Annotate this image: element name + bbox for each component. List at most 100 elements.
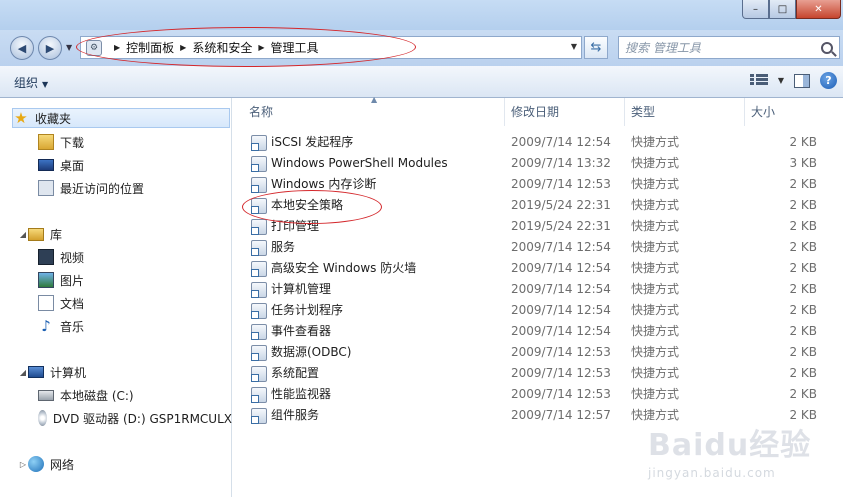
file-name-cell: iSCSI 发起程序 [251,132,353,153]
file-date: 2019/5/24 22:31 [511,219,611,233]
file-name: 计算机管理 [271,282,332,296]
sidebar-item-computer[interactable]: ◢ 计算机 [0,362,232,382]
file-name: 高级安全 Windows 防火墙 [271,261,417,275]
sidebar-item-music[interactable]: ♪ 音乐 [0,316,232,336]
file-type: 快捷方式 [631,156,680,170]
search-icon [821,41,833,54]
file-size: 2 KB [789,282,817,296]
sidebar-item-label: 文档 [60,296,85,311]
file-name: 组件服务 [271,408,320,422]
file-name-cell: Windows PowerShell Modules [251,153,448,174]
organize-menu-button[interactable]: 组织 ▼ [14,74,48,91]
expand-triangle-icon[interactable]: ▷ [18,460,28,469]
table-row[interactable]: 服务 2009/7/14 12:54 快捷方式 2 KB [233,237,843,258]
navigation-pane: ★ 收藏夹 下载 桌面 最近访问的位置 ◢ 库 视频 图片 文档 ♪ 音乐 ◢ … [0,98,232,497]
chevron-right-icon[interactable]: ▶ [258,43,264,52]
table-row[interactable]: 计算机管理 2009/7/14 12:54 快捷方式 2 KB [233,279,843,300]
column-header-date[interactable]: 修改日期 [505,98,625,126]
table-row[interactable]: 高级安全 Windows 防火墙 2009/7/14 12:54 快捷方式 2 … [233,258,843,279]
table-row[interactable]: 系统配置 2009/7/14 12:53 快捷方式 2 KB [233,363,843,384]
dvd-drive-icon [38,410,47,426]
file-name: 服务 [271,240,296,254]
collapse-triangle-icon[interactable]: ◢ [18,230,28,239]
table-row[interactable]: 事件查看器 2009/7/14 12:54 快捷方式 2 KB [233,321,843,342]
shortcut-icon [251,218,267,235]
column-header-size[interactable]: 大小 [745,98,843,126]
sidebar-item-videos[interactable]: 视频 [0,247,232,267]
toolbar-right: ▼ ? [749,72,837,89]
file-name-cell: 组件服务 [251,405,319,426]
chevron-right-icon[interactable]: ▶ [180,43,186,52]
preview-pane-icon[interactable] [794,73,810,88]
file-type: 快捷方式 [631,240,680,254]
address-history-dropdown[interactable]: ▼ [571,42,577,51]
sidebar-item-libraries[interactable]: ◢ 库 [0,224,232,244]
help-icon[interactable]: ? [820,72,837,89]
file-type: 快捷方式 [631,198,680,212]
shortcut-icon [251,197,267,214]
collapse-triangle-icon[interactable]: ◢ [18,368,28,377]
breadcrumb-system-security[interactable]: 系统和安全 [192,39,252,56]
sidebar-item-label: 网络 [50,457,75,472]
search-placeholder: 搜索 管理工具 [625,41,701,55]
sidebar-item-desktop[interactable]: 桌面 [0,155,232,175]
control-panel-icon: ⚙ [86,39,102,56]
shortcut-icon [251,407,267,424]
file-size: 2 KB [789,240,817,254]
pictures-icon [38,272,54,288]
sidebar-item-pictures[interactable]: 图片 [0,270,232,290]
file-type: 快捷方式 [631,135,680,149]
close-button[interactable]: ✕ [796,0,841,19]
chevron-right-icon[interactable]: ▶ [114,43,120,52]
sidebar-item-label: 图片 [60,273,85,288]
shortcut-icon [251,176,267,193]
change-view-icon[interactable] [749,73,768,88]
minimize-button[interactable]: – [742,0,769,19]
breadcrumb-admin-tools[interactable]: 管理工具 [271,39,319,56]
table-row[interactable]: 数据源(ODBC) 2009/7/14 12:53 快捷方式 2 KB [233,342,843,363]
maximize-button[interactable]: □ [769,0,796,19]
organize-label: 组织 [14,76,39,90]
shortcut-icon [251,155,267,172]
sidebar-item-local-disk[interactable]: 本地磁盘 (C:) [0,385,232,405]
sidebar-item-favorites[interactable]: ★ 收藏夹 [12,108,230,128]
sidebar-item-documents[interactable]: 文档 [0,293,232,313]
download-folder-icon [38,134,54,150]
column-header-type[interactable]: 类型 [625,98,745,126]
file-date: 2009/7/14 12:54 [511,282,611,296]
search-input[interactable]: 搜索 管理工具 [618,36,840,59]
table-row[interactable]: Windows 内存诊断 2009/7/14 12:53 快捷方式 2 KB [233,174,843,195]
file-date: 2009/7/14 12:53 [511,366,611,380]
arrow-right-icon: ▶ [45,41,55,55]
refresh-button[interactable]: ⇆ [584,36,608,59]
file-name: 事件查看器 [271,324,332,338]
shortcut-icon [251,260,267,277]
file-type: 快捷方式 [631,303,680,317]
sidebar-item-label: 本地磁盘 (C:) [60,388,134,403]
table-row[interactable]: 性能监视器 2009/7/14 12:53 快捷方式 2 KB [233,384,843,405]
sidebar-item-dvd-drive[interactable]: DVD 驱动器 (D:) GSP1RMCULX [0,408,232,428]
table-row[interactable]: Windows PowerShell Modules 2009/7/14 13:… [233,153,843,174]
column-header-name[interactable]: 名称 [243,98,505,126]
forward-button[interactable]: ▶ [38,36,62,60]
file-name-cell: 性能监视器 [251,384,331,405]
sidebar-item-label: 最近访问的位置 [60,181,145,196]
file-date: 2009/7/14 12:53 [511,345,611,359]
table-row[interactable]: iSCSI 发起程序 2009/7/14 12:54 快捷方式 2 KB [233,132,843,153]
file-name: 任务计划程序 [271,303,344,317]
sidebar-item-downloads[interactable]: 下载 [0,132,232,152]
breadcrumb-control-panel[interactable]: 控制面板 [126,39,174,56]
documents-icon [38,295,54,311]
file-date: 2019/5/24 22:31 [511,198,611,212]
table-row[interactable]: 本地安全策略 2019/5/24 22:31 快捷方式 2 KB [233,195,843,216]
address-bar[interactable]: ⚙ ▶ 控制面板 ▶ 系统和安全 ▶ 管理工具 ▼ [80,36,582,59]
recent-places-icon [38,180,54,196]
sidebar-item-recent-places[interactable]: 最近访问的位置 [0,178,232,198]
file-name: 系统配置 [271,366,320,380]
recent-pages-dropdown[interactable]: ▼ [66,43,72,52]
table-row[interactable]: 任务计划程序 2009/7/14 12:54 快捷方式 2 KB [233,300,843,321]
table-row[interactable]: 打印管理 2019/5/24 22:31 快捷方式 2 KB [233,216,843,237]
view-options-dropdown[interactable]: ▼ [778,76,784,85]
sidebar-item-network[interactable]: ▷ 网络 [0,454,232,474]
back-button[interactable]: ◀ [10,36,34,60]
